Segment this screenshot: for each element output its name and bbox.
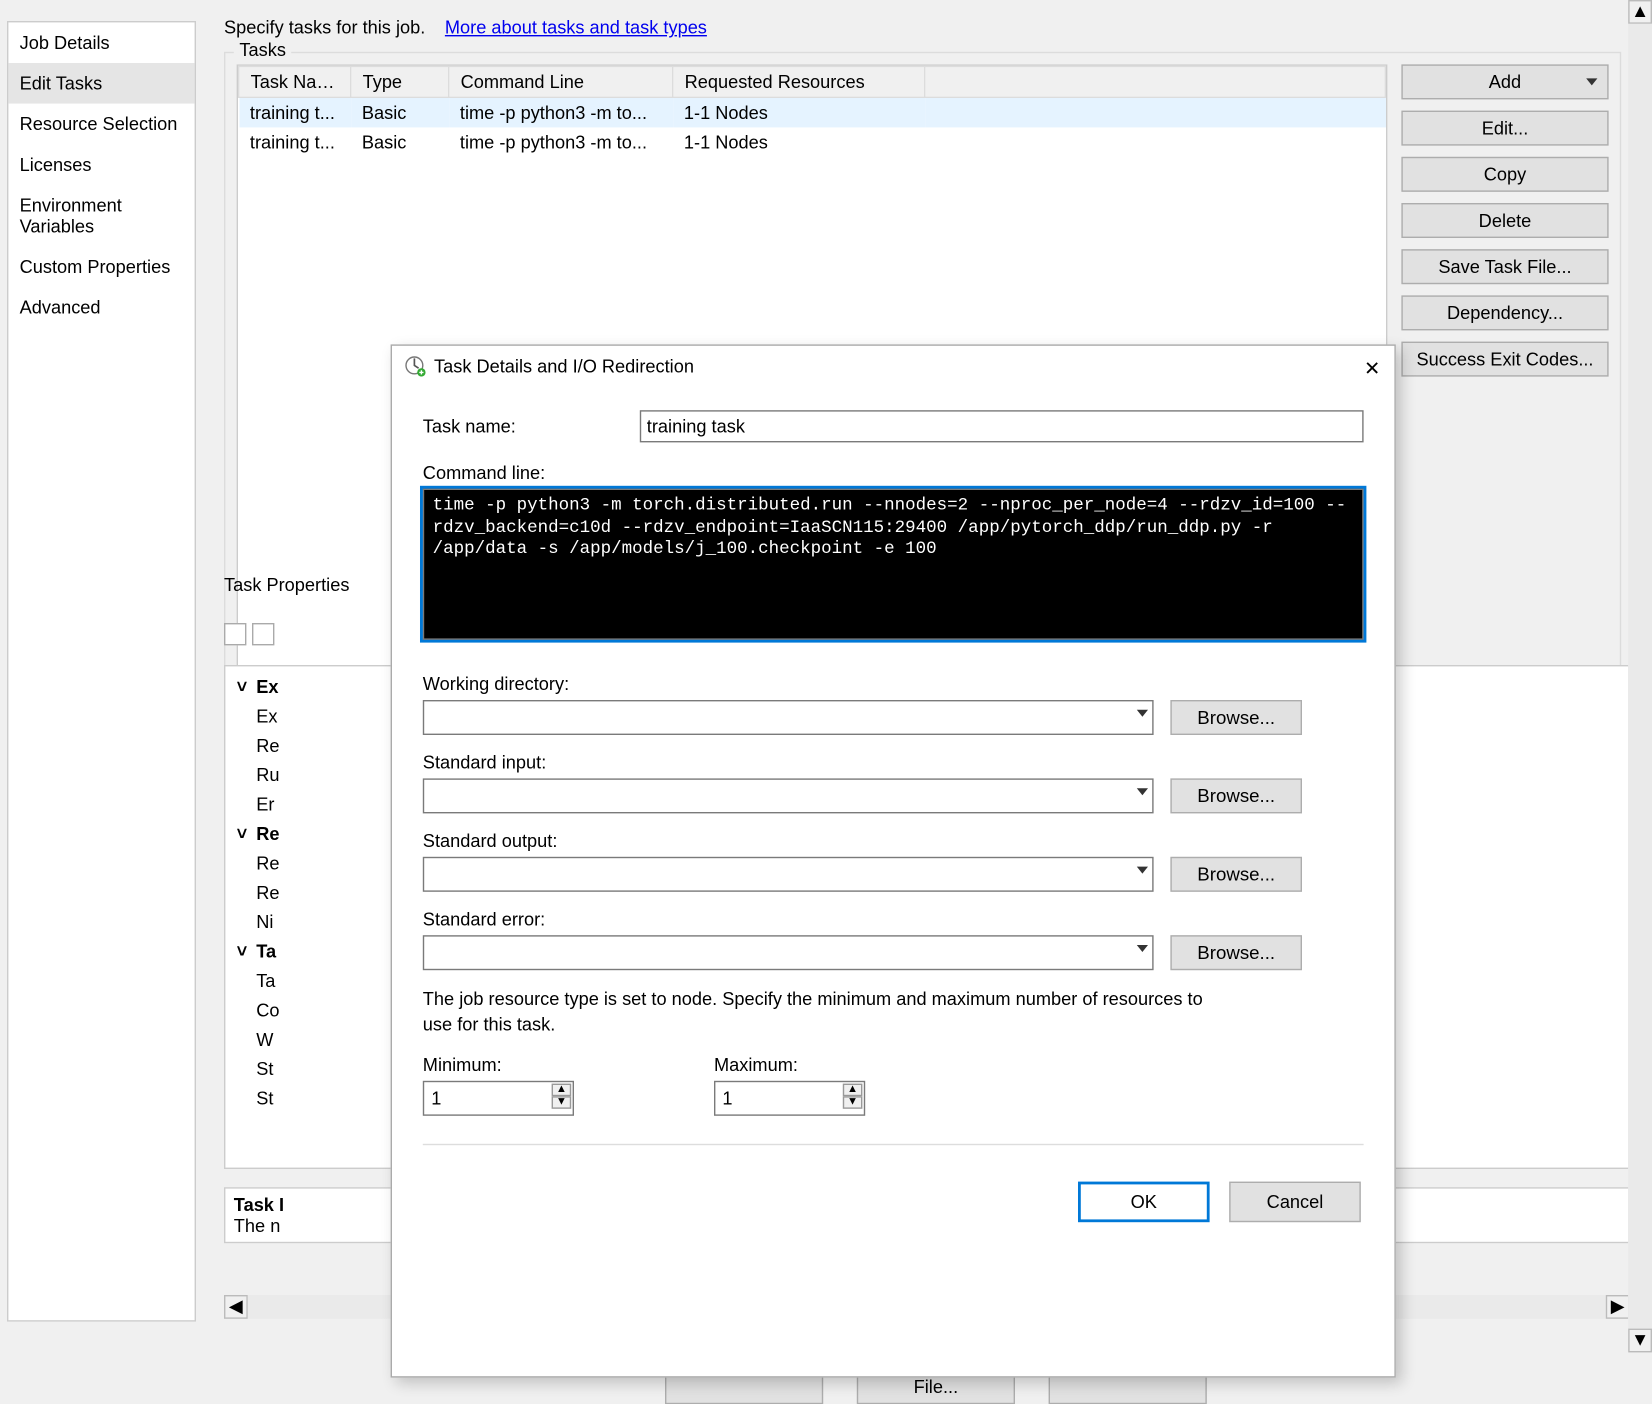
- stderr-input[interactable]: [423, 935, 1154, 970]
- scroll-up-icon[interactable]: ▲: [1628, 0, 1652, 24]
- scroll-down-icon[interactable]: ▼: [1628, 1329, 1652, 1353]
- intro-text: Specify tasks for this job.: [224, 17, 425, 38]
- task-name-label: Task name:: [423, 416, 626, 437]
- scroll-left-icon[interactable]: ◀: [224, 1295, 248, 1319]
- resource-text: The job resource type is set to node. Sp…: [423, 987, 1207, 1038]
- working-dir-label: Working directory:: [423, 673, 1364, 694]
- stdin-label: Standard input:: [423, 752, 1364, 773]
- alphabetize-icon[interactable]: [252, 623, 274, 645]
- col-resources[interactable]: Requested Resources: [673, 67, 925, 98]
- save-task-file-button[interactable]: Save Task File...: [1401, 249, 1608, 284]
- task-properties-label: Task Properties: [224, 574, 349, 595]
- stdout-browse-button[interactable]: Browse...: [1170, 857, 1302, 892]
- stdin-browse-button[interactable]: Browse...: [1170, 778, 1302, 813]
- chevron-down-icon[interactable]: [1137, 945, 1148, 952]
- stderr-browse-button[interactable]: Browse...: [1170, 935, 1302, 970]
- spin-down-icon[interactable]: ▼: [843, 1097, 863, 1110]
- delete-button[interactable]: Delete: [1401, 203, 1608, 238]
- close-icon[interactable]: ✕: [1364, 357, 1380, 381]
- dependency-button[interactable]: Dependency...: [1401, 295, 1608, 330]
- dialog-titlebar: Task Details and I/O Redirection ✕: [392, 346, 1394, 385]
- icon-bar: [224, 623, 274, 645]
- tasks-table[interactable]: Task Name Type Command Line Requested Re…: [238, 66, 1386, 157]
- sidebar-item-advanced[interactable]: Advanced: [8, 287, 194, 328]
- chevron-down-icon[interactable]: [1137, 788, 1148, 795]
- intro-link[interactable]: More about tasks and task types: [445, 17, 707, 38]
- working-dir-browse-button[interactable]: Browse...: [1170, 700, 1302, 735]
- col-empty: [925, 67, 1386, 98]
- success-exit-codes-button[interactable]: Success Exit Codes...: [1401, 342, 1608, 377]
- stderr-label: Standard error:: [423, 909, 1364, 930]
- sidebar-item-job-details[interactable]: Job Details: [8, 22, 194, 63]
- tasks-group-legend: Tasks: [234, 39, 292, 60]
- sidebar: Job Details Edit Tasks Resource Selectio…: [7, 21, 196, 1322]
- categorize-icon[interactable]: [224, 623, 246, 645]
- command-line-label: Command line:: [423, 462, 1364, 483]
- working-dir-input[interactable]: [423, 700, 1154, 735]
- sidebar-item-custom-props[interactable]: Custom Properties: [8, 246, 194, 287]
- minimum-label: Minimum:: [423, 1055, 574, 1076]
- spin-down-icon[interactable]: ▼: [552, 1097, 572, 1110]
- sidebar-item-env-vars[interactable]: Environment Variables: [8, 185, 194, 247]
- edit-button[interactable]: Edit...: [1401, 111, 1608, 146]
- col-type[interactable]: Type: [351, 67, 449, 98]
- col-task-name[interactable]: Task Name: [239, 67, 351, 98]
- sidebar-item-edit-tasks[interactable]: Edit Tasks: [8, 63, 194, 104]
- ok-button[interactable]: OK: [1078, 1182, 1210, 1223]
- chevron-down-icon: [1586, 78, 1597, 85]
- vertical-scrollbar[interactable]: ▲ ▼: [1628, 0, 1652, 1352]
- table-row[interactable]: training t... Basic time -p python3 -m t…: [239, 97, 1386, 127]
- task-name-input[interactable]: [640, 410, 1364, 442]
- sidebar-item-licenses[interactable]: Licenses: [8, 144, 194, 185]
- task-details-dialog: Task Details and I/O Redirection ✕ Task …: [391, 344, 1396, 1377]
- copy-button[interactable]: Copy: [1401, 157, 1608, 192]
- sidebar-item-resource-selection[interactable]: Resource Selection: [8, 104, 194, 145]
- col-command-line[interactable]: Command Line: [449, 67, 673, 98]
- chevron-down-icon[interactable]: [1137, 867, 1148, 874]
- stdin-input[interactable]: [423, 778, 1154, 813]
- task-icon: [403, 354, 425, 376]
- command-line-input[interactable]: time -p python3 -m torch.distributed.run…: [423, 489, 1364, 640]
- intro: Specify tasks for this job. More about t…: [224, 17, 1621, 38]
- table-row[interactable]: training t... Basic time -p python3 -m t…: [239, 127, 1386, 156]
- dialog-title: Task Details and I/O Redirection: [434, 355, 694, 376]
- cancel-button[interactable]: Cancel: [1229, 1182, 1361, 1223]
- add-button[interactable]: Add: [1401, 64, 1608, 99]
- stdout-label: Standard output:: [423, 830, 1364, 851]
- chevron-down-icon[interactable]: [1137, 710, 1148, 717]
- maximum-label: Maximum:: [714, 1055, 865, 1076]
- stdout-input[interactable]: [423, 857, 1154, 892]
- scroll-right-icon[interactable]: ▶: [1606, 1295, 1630, 1319]
